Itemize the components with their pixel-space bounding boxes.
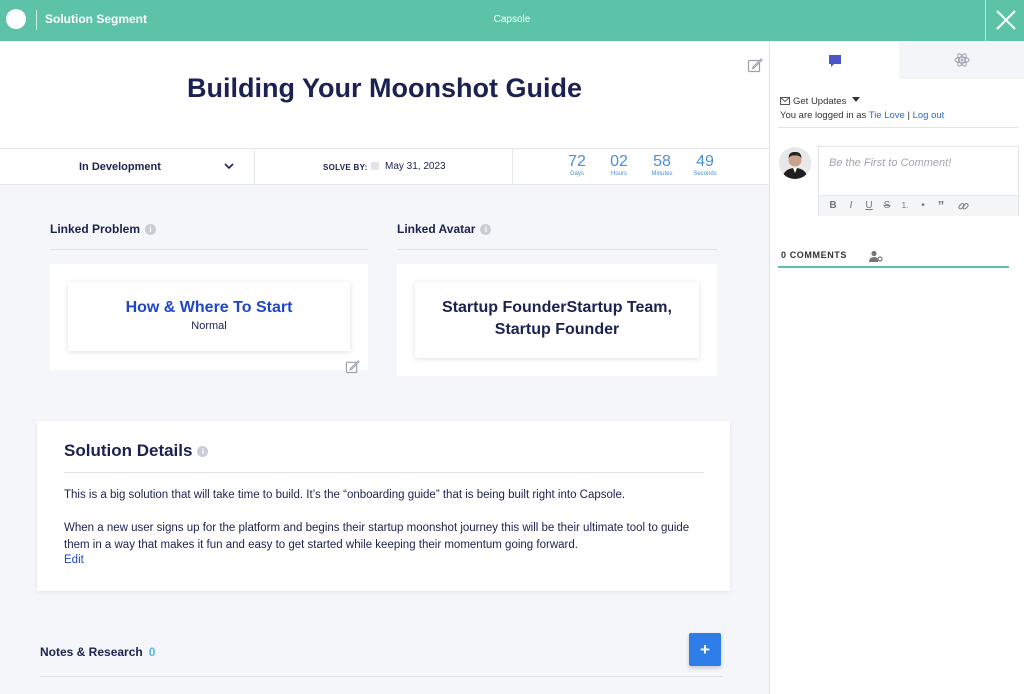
comment-icon: [829, 55, 841, 67]
countdown-label: Minutes: [651, 171, 673, 177]
info-icon[interactable]: i: [145, 224, 157, 236]
bullet-list-button[interactable]: •: [917, 200, 929, 211]
title-area: Building Your Moonshot Guide: [0, 41, 769, 148]
countdown-label: Seconds: [693, 171, 717, 177]
solution-details-title: Solution Details: [64, 441, 193, 460]
solve-by-field[interactable]: SOLVE BY: May 31, 2023: [255, 149, 513, 184]
comments-underline: [778, 266, 1009, 268]
divider: [397, 249, 717, 250]
linked-problem-tile[interactable]: How & Where To Start Normal: [68, 282, 350, 351]
edit-icon[interactable]: [747, 57, 763, 73]
get-updates-label: Get Updates: [793, 96, 847, 107]
notes-count: 0: [148, 645, 156, 659]
status-value: In Development: [79, 161, 161, 173]
countdown-days: 72 Days: [555, 153, 599, 178]
notes-research-heading: Notes & Research 0: [40, 645, 155, 659]
tab-activity[interactable]: [899, 41, 1024, 79]
linked-avatar-tile[interactable]: Startup FounderStartup Team, Startup Fou…: [415, 282, 699, 358]
quote-button[interactable]: ”: [935, 198, 947, 213]
linked-avatar-label: Linked Avatar: [397, 222, 476, 236]
main-panel: Building Your Moonshot Guide In Developm…: [0, 41, 769, 694]
user-settings-icon[interactable]: [869, 250, 883, 262]
linked-avatar-text: Startup FounderStartup Team, Startup Fou…: [442, 299, 672, 338]
solution-details-paragraph: When a new user signs up for the platfor…: [64, 522, 690, 551]
solution-details-heading: Solution Details i: [64, 441, 209, 461]
divider: [778, 127, 1018, 128]
countdown-label: Hours: [610, 171, 627, 177]
comment-placeholder: Be the First to Comment!: [829, 157, 952, 169]
status-bar: In Development SOLVE BY: May 31, 2023 72…: [0, 148, 769, 185]
bold-button[interactable]: B: [827, 200, 839, 211]
notes-research-label: Notes & Research: [40, 645, 143, 659]
info-icon[interactable]: i: [197, 446, 209, 458]
countdown-value: 49: [696, 153, 714, 170]
get-updates-toggle[interactable]: Get Updates: [780, 96, 860, 107]
countdown-seconds: 49 Seconds: [683, 153, 727, 178]
comments-sidebar: Get Updates You are logged in as Tie Lov…: [769, 41, 1024, 694]
divider: [50, 249, 368, 250]
linked-avatar-heading: Linked Avatar i: [397, 222, 492, 236]
countdown-label: Days: [570, 171, 584, 177]
solution-details-card: Solution Details i This is a big solution…: [37, 421, 730, 591]
countdown-value: 58: [653, 153, 671, 170]
linked-avatar-card: Startup FounderStartup Team, Startup Fou…: [397, 264, 717, 376]
close-icon: [996, 10, 1016, 30]
linked-problem-label: Linked Problem: [50, 222, 141, 236]
chevron-down-icon: [224, 163, 234, 170]
countdown-minutes: 58 Minutes: [640, 153, 684, 178]
status-dropdown[interactable]: In Development: [0, 149, 255, 184]
logout-link[interactable]: Log out: [913, 110, 945, 121]
avatar-image: [779, 147, 811, 179]
logged-in-text: You are logged in as: [780, 110, 867, 121]
countdown-value: 02: [610, 153, 628, 170]
info-icon[interactable]: i: [480, 224, 492, 236]
linked-problem-heading: Linked Problem i: [50, 222, 157, 236]
countdown-hours: 02 Hours: [597, 153, 641, 178]
linked-problem-title[interactable]: How & Where To Start: [68, 299, 350, 317]
linked-problem-level: Normal: [191, 320, 227, 332]
app-name: Capsole: [493, 14, 531, 25]
solve-by-label: SOLVE BY:: [323, 163, 368, 172]
user-name-link[interactable]: Tie Love: [869, 110, 905, 121]
edit-link[interactable]: Edit: [64, 554, 84, 566]
solution-details-paragraph: This is a big solution that will take ti…: [64, 489, 626, 501]
separator: |: [907, 110, 910, 121]
italic-button[interactable]: I: [845, 200, 857, 211]
comment-toolbar: B I U S 1. • ”: [819, 195, 1018, 216]
divider: [40, 676, 723, 677]
solve-by-date: May 31, 2023: [385, 161, 446, 172]
underline-button[interactable]: U: [863, 200, 875, 211]
page-title: Building Your Moonshot Guide: [187, 73, 582, 103]
close-button[interactable]: [985, 0, 1024, 41]
link-icon[interactable]: [958, 201, 969, 212]
tab-comments[interactable]: [770, 41, 899, 79]
linked-problem-card: How & Where To Start Normal: [50, 264, 368, 374]
login-status: You are logged in as Tie Love | Log out: [780, 110, 944, 121]
comment-input[interactable]: Be the First to Comment! B I U S 1. • ”: [818, 146, 1019, 216]
strikethrough-button[interactable]: S: [881, 200, 893, 211]
countdown-value: 72: [568, 153, 586, 170]
atom-icon: [954, 53, 970, 67]
ordered-list-button[interactable]: 1.: [899, 201, 911, 210]
top-bar: Solution Segment Capsole: [0, 0, 1024, 41]
edit-icon[interactable]: [345, 359, 360, 374]
avatar: [779, 147, 811, 179]
divider: [64, 472, 704, 473]
mail-icon: [780, 97, 790, 105]
calendar-icon: [371, 162, 379, 170]
comments-count-tab[interactable]: 0 COMMENTS: [781, 250, 847, 260]
caret-down-icon: [851, 97, 860, 102]
add-note-button[interactable]: +: [689, 633, 721, 666]
countdown-timer: 72 Days 02 Hours 58 Minutes 49 Seconds: [513, 149, 769, 184]
